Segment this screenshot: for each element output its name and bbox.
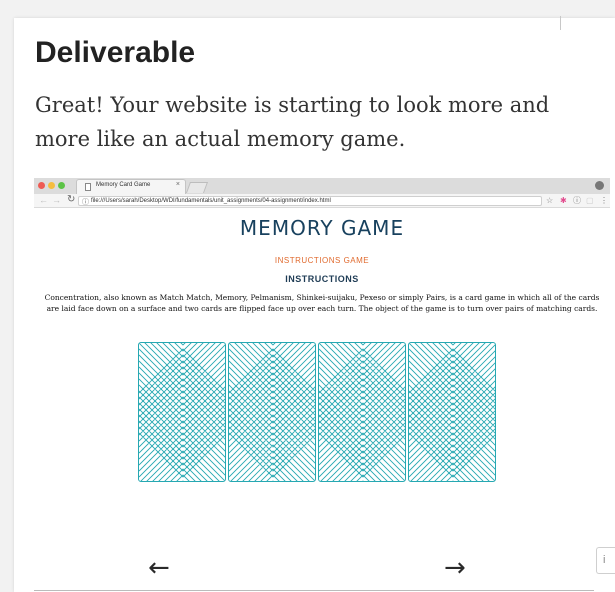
extension-info-icon[interactable]: ⓘ: [573, 196, 581, 206]
slide-content: Deliverable Great! Your website is start…: [14, 18, 615, 592]
side-tab[interactable]: i: [596, 547, 615, 574]
maximize-window-icon[interactable]: [58, 182, 65, 189]
card-back-pattern: [229, 343, 315, 481]
extension-grey-icon[interactable]: ▢: [586, 196, 594, 206]
menu-dots-icon[interactable]: ⋮: [600, 196, 608, 206]
memory-card[interactable]: [318, 342, 406, 482]
url-text: file:///Users/sarah/Desktop/WDI/fundamen…: [91, 198, 331, 204]
previous-slide-arrow[interactable]: ←: [148, 554, 170, 582]
memory-card[interactable]: [228, 342, 316, 482]
browser-tab[interactable]: Memory Card Game ×: [76, 179, 186, 194]
tab-close-icon[interactable]: ×: [176, 181, 180, 188]
card-grid: [138, 342, 508, 482]
address-bar[interactable]: ⓘ file:///Users/sarah/Desktop/WDI/fundam…: [78, 196, 542, 206]
page-title: Deliverable: [35, 36, 196, 69]
next-slide-arrow[interactable]: →: [444, 554, 466, 582]
side-tab-label: i: [603, 554, 606, 566]
document-icon: [85, 183, 91, 191]
browser-tabbar: Memory Card Game ×: [34, 178, 610, 194]
info-icon[interactable]: ⓘ: [82, 197, 89, 207]
game-description: Concentration, also known as Match Match…: [44, 293, 600, 313]
memory-card[interactable]: [408, 342, 496, 482]
card-back-pattern: [319, 343, 405, 481]
card-back-pattern: [139, 343, 225, 481]
new-tab-button[interactable]: [185, 182, 209, 193]
back-icon[interactable]: ←: [39, 195, 48, 205]
close-window-icon[interactable]: [38, 182, 45, 189]
bookmark-star-icon[interactable]: ☆: [546, 196, 553, 206]
profile-icon[interactable]: [595, 181, 604, 190]
card-back-pattern: [409, 343, 495, 481]
browser-toolbar: ← → ↻ ⓘ file:///Users/sarah/Desktop/WDI/…: [34, 194, 610, 208]
reload-icon[interactable]: ↻: [67, 194, 75, 205]
game-title: MEMORY GAME: [239, 216, 405, 240]
lead-paragraph: Great! Your website is starting to look …: [35, 93, 550, 151]
memory-card[interactable]: [138, 342, 226, 482]
bottom-divider: [34, 590, 594, 591]
game-page: MEMORY GAME INSTRUCTIONS GAME INSTRUCTIO…: [34, 208, 610, 518]
minimize-window-icon[interactable]: [48, 182, 55, 189]
forward-icon[interactable]: →: [52, 195, 61, 205]
instructions-game-heading: INSTRUCTIONS GAME: [274, 256, 370, 265]
instructions-heading: INSTRUCTIONS: [285, 274, 359, 284]
extension-color-icon[interactable]: ✱: [560, 196, 567, 206]
tab-title: Memory Card Game: [96, 182, 151, 188]
browser-screenshot: Memory Card Game × ← → ↻ ⓘ file:///Users…: [34, 178, 610, 518]
